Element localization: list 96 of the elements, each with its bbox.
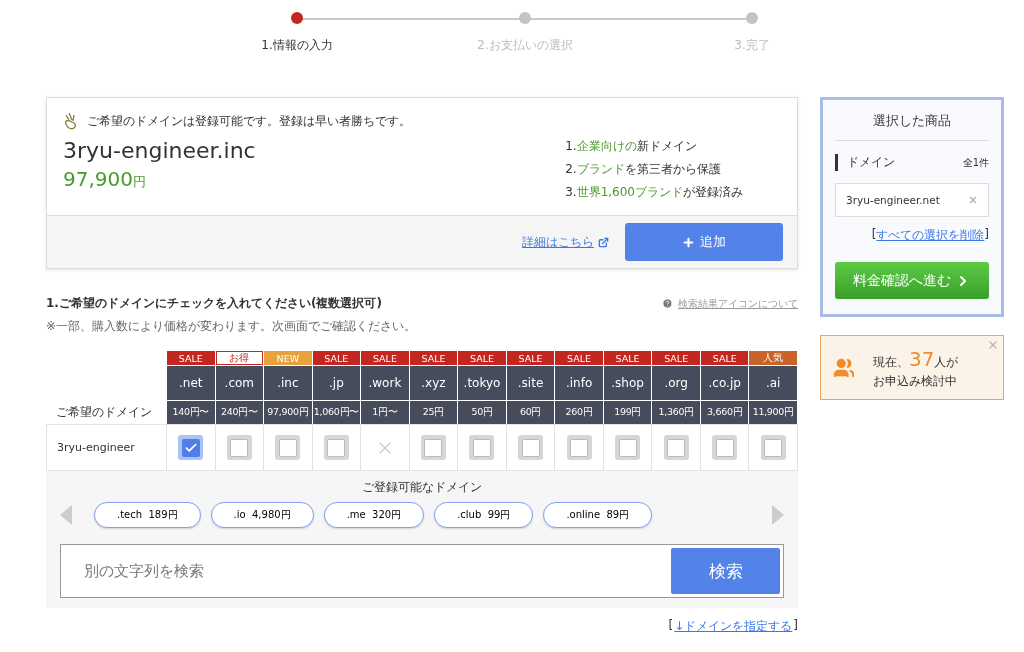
bracket: ] [984, 227, 989, 243]
checkbox[interactable] [226, 435, 252, 460]
promo-tag: SALE [361, 351, 409, 365]
tld-header: .org [652, 365, 700, 400]
tld-price: 1,360円 [652, 400, 700, 424]
promo-tag: 人気 [749, 351, 797, 365]
promo-tag: お得 [215, 351, 264, 365]
external-link-icon [598, 236, 609, 248]
tld-price: 240円〜 [215, 400, 264, 424]
promo-tag: SALE [603, 351, 652, 365]
price-note: ※一部、購入数により価格が変わります。次画面でご確認ください。 [46, 318, 418, 335]
step-label: 2.お支払いの選択 [477, 37, 573, 54]
clear-selection-link[interactable]: すべての選択を削除 [876, 227, 985, 244]
checkbox[interactable] [420, 435, 446, 460]
promo-tag: NEW [264, 351, 312, 365]
tld-header: .com [215, 365, 264, 400]
cart-item-name: 3ryu-engineer.net [846, 194, 940, 206]
step-label: 1.情報の入力 [261, 37, 333, 54]
cart-title: 選択した商品 [835, 112, 989, 141]
domain-suggestion[interactable]: .me 320円 [323, 502, 425, 528]
row-header: ご希望のドメイン [55, 403, 153, 421]
domain-suggestion[interactable]: .club 99円 [434, 502, 534, 528]
feature-text: 2.ブランドを第三者から保護 [565, 161, 722, 178]
close-icon[interactable] [987, 339, 999, 351]
domain-price: 97,900円 [63, 167, 147, 191]
add-button[interactable]: 追加 [625, 223, 783, 261]
bracket: [ [668, 618, 674, 634]
promo-tag: SALE [506, 351, 555, 365]
tld-header: .inc [264, 365, 312, 400]
tld-header: .tokyo [458, 365, 506, 400]
tld-price: 140円〜 [167, 400, 215, 424]
suggestions-title: ご登録可能なドメイン [362, 479, 482, 496]
promo-tag: SALE [312, 351, 361, 365]
tld-price: 97,900円 [264, 400, 312, 424]
feature-text: 1.企業向けの新ドメイン [565, 138, 698, 155]
next-arrow-icon[interactable] [772, 505, 784, 525]
proceed-button[interactable]: 料金確認へ進む [835, 262, 989, 299]
availability-notice: ご希望のドメインは登録可能です。登録は早い者勝ちです。 [87, 112, 411, 130]
domain-name: 3ryu-engineer.inc [63, 138, 257, 163]
bracket: ] [793, 618, 798, 634]
domain-label: 3ryu-engineer [46, 424, 167, 471]
people-icon [833, 356, 855, 379]
item-count: 全1件 [962, 155, 989, 170]
checkbox[interactable] [178, 435, 204, 460]
section-heading: 1.ご希望のドメインにチェックを入れてください(複数選択可) [46, 295, 382, 312]
checkbox[interactable] [275, 435, 301, 460]
help-link[interactable]: 検索結果アイコンについて [662, 296, 798, 311]
checkbox[interactable] [566, 435, 592, 460]
checkbox[interactable] [663, 435, 689, 460]
promo-tag: SALE [555, 351, 603, 365]
interest-text: 現在、37人が お申込み検討中 [873, 346, 959, 390]
remove-icon[interactable] [968, 195, 978, 205]
tld-price: 11,900円 [749, 400, 797, 424]
checkbox[interactable] [760, 435, 786, 460]
tld-price: 1,060円〜 [312, 400, 361, 424]
plus-icon [682, 235, 695, 249]
cart-section-label: ドメイン [835, 154, 895, 171]
tld-header: .co.jp [700, 365, 749, 400]
feature-text: 3.世界1,600ブランドが登録済み [565, 184, 743, 201]
tld-price: 260円 [555, 400, 603, 424]
search-button[interactable]: 検索 [671, 548, 780, 594]
tld-price: 50円 [458, 400, 506, 424]
promo-tag: SALE [700, 351, 749, 365]
help-icon [662, 298, 673, 309]
tld-header: .ai [749, 365, 797, 400]
tld-price: 3,660円 [700, 400, 749, 424]
specify-domain-link[interactable]: ↓ドメインを指定する [674, 618, 793, 635]
domain-suggestion[interactable]: .io 4,980円 [210, 502, 314, 528]
checkbox[interactable] [615, 435, 641, 460]
checkbox[interactable] [469, 435, 495, 460]
tld-header: .work [361, 365, 409, 400]
details-link[interactable]: 詳細はこちら [522, 233, 609, 251]
domain-suggestion[interactable]: .online 89円 [543, 502, 653, 528]
tld-header: .site [506, 365, 555, 400]
checkbox[interactable] [518, 435, 544, 460]
tld-header: .info [555, 365, 603, 400]
tld-header: .shop [603, 365, 652, 400]
promo-tag: SALE [167, 351, 215, 365]
checkbox[interactable] [712, 435, 738, 460]
tld-price: 1円〜 [361, 400, 409, 424]
checkbox[interactable] [323, 435, 349, 460]
tld-price: 25円 [409, 400, 458, 424]
tld-header: .xyz [409, 365, 458, 400]
hand-icon [63, 112, 79, 130]
search-field[interactable]: 別の文字列を検索 検索 [60, 544, 784, 598]
step-label: 3.完了 [734, 37, 770, 54]
domain-suggestion[interactable]: .tech 189円 [94, 502, 201, 528]
promo-tag: SALE [409, 351, 458, 365]
previous-arrow-icon[interactable] [60, 505, 72, 525]
bracket: [ [871, 227, 877, 243]
promo-tag: SALE [458, 351, 506, 365]
tld-price: 60円 [506, 400, 555, 424]
tld-header: .jp [312, 365, 361, 400]
tld-price: 199円 [603, 400, 652, 424]
tld-header: .net [167, 365, 215, 400]
promo-tag: SALE [652, 351, 700, 365]
